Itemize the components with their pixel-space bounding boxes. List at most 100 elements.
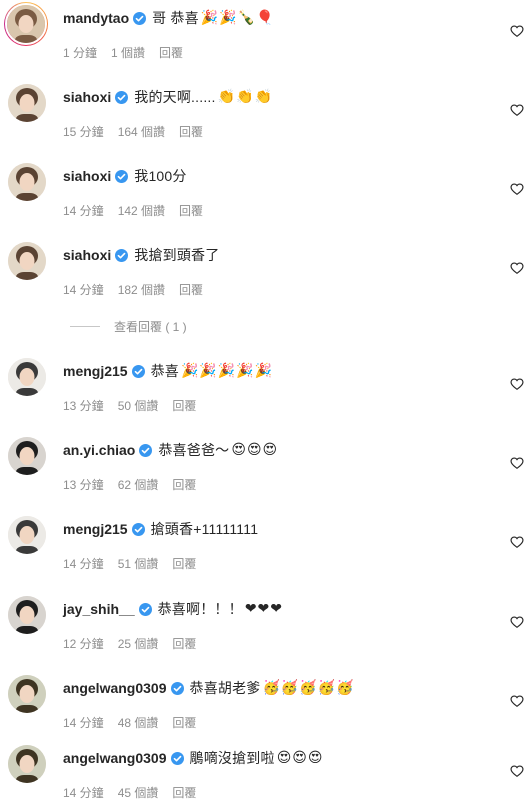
heart-outline-icon[interactable] — [510, 182, 524, 196]
username[interactable]: angelwang0309 — [63, 750, 167, 766]
avatar[interactable] — [8, 358, 46, 396]
comment-line: siahoxi 我100分 — [63, 165, 189, 187]
comment-text: 我搶到頭香了 — [134, 247, 220, 263]
comment-emoji: 🎉🎉🎉🎉🎉 — [181, 363, 274, 379]
comment-time: 13 分鐘 — [63, 478, 104, 492]
avatar[interactable] — [8, 675, 46, 713]
reply-button[interactable]: 回覆 — [172, 714, 196, 731]
username[interactable]: siahoxi — [63, 168, 111, 184]
comment-meta: 13 分鐘 62 個讚 回覆 — [63, 476, 196, 493]
reply-button[interactable]: 回覆 — [172, 784, 196, 801]
username[interactable]: siahoxi — [63, 247, 111, 263]
comment-emoji: ❤❤❤ — [244, 601, 284, 617]
comment-text: 搶頭香+11111111 — [150, 521, 259, 537]
comment-text: 恭喜啊！！！ — [157, 601, 243, 617]
comment-line: mandytao 哥 恭喜 🎉🎉🍾🎈 — [63, 7, 275, 29]
username[interactable]: mengj215 — [63, 521, 128, 537]
comment-time: 1 分鐘 — [63, 46, 98, 60]
reply-button[interactable]: 回覆 — [172, 635, 196, 652]
avatar[interactable] — [8, 242, 46, 280]
heart-outline-icon[interactable] — [510, 261, 524, 275]
heart-outline-icon[interactable] — [510, 377, 524, 391]
avatar[interactable] — [8, 516, 46, 554]
comment-time: 14 分鐘 — [63, 557, 104, 571]
comment-emoji: 😍😍😍 — [231, 442, 279, 458]
comment-line: mengj215 恭喜 🎉🎉🎉🎉🎉 — [63, 360, 273, 382]
heart-outline-icon[interactable] — [510, 615, 524, 629]
verified-badge-icon — [133, 11, 147, 25]
heart-outline-icon[interactable] — [510, 456, 524, 470]
comment-text: 恭喜胡老爹 — [189, 680, 261, 696]
avatar[interactable] — [8, 596, 46, 634]
reply-button[interactable]: 回覆 — [179, 281, 203, 298]
verified-badge-icon — [138, 602, 152, 616]
comment-line: an.yi.chiao 恭喜爸爸～ 😍😍😍 — [63, 439, 278, 461]
comment-text: 恭喜爸爸～ — [158, 442, 230, 458]
comment-line: angelwang0309 恭喜胡老爹 🥳🥳🥳🥳🥳 — [63, 677, 355, 699]
verified-badge-icon — [131, 522, 145, 536]
reply-button[interactable]: 回覆 — [159, 44, 183, 61]
comment-time: 14 分鐘 — [63, 204, 104, 218]
verified-badge-icon — [115, 90, 129, 104]
verified-badge-icon — [115, 248, 129, 262]
view-replies-label: 查看回覆 ( 1 ) — [114, 319, 187, 334]
avatar[interactable] — [8, 437, 46, 475]
comment-meta: 14 分鐘 182 個讚 回覆 — [63, 281, 203, 298]
username[interactable]: an.yi.chiao — [63, 442, 135, 458]
heart-outline-icon[interactable] — [510, 103, 524, 117]
comment-emoji: 🎉🎉🍾🎈 — [200, 10, 275, 26]
comment-text: 鵰嘀沒搶到啦 — [189, 750, 275, 766]
like-count[interactable]: 48 個讚 — [118, 714, 159, 731]
like-count[interactable]: 142 個讚 — [118, 202, 165, 219]
verified-badge-icon — [170, 681, 184, 695]
username[interactable]: angelwang0309 — [63, 680, 167, 696]
heart-outline-icon[interactable] — [510, 764, 524, 778]
comment-emoji: 👏👏👏 — [217, 89, 273, 105]
heart-outline-icon[interactable] — [510, 694, 524, 708]
verified-badge-icon — [139, 443, 153, 457]
username[interactable]: siahoxi — [63, 89, 111, 105]
heart-outline-icon[interactable] — [510, 535, 524, 549]
username[interactable]: mandytao — [63, 10, 129, 26]
comment-meta: 12 分鐘 25 個讚 回覆 — [63, 635, 196, 652]
view-replies-link[interactable]: 查看回覆 ( 1 ) — [70, 318, 187, 334]
comment-time: 14 分鐘 — [63, 786, 104, 800]
comment-text: 我100分 — [134, 168, 187, 184]
reply-button[interactable]: 回覆 — [172, 555, 196, 572]
username[interactable]: jay_shih__ — [63, 601, 135, 617]
comment-text: 我的天啊...... — [134, 89, 216, 105]
replies-divider — [70, 325, 100, 327]
comment-text: 恭喜 — [150, 363, 179, 379]
avatar[interactable] — [8, 84, 46, 122]
verified-badge-icon — [131, 364, 145, 378]
like-count[interactable]: 51 個讚 — [118, 555, 159, 572]
like-count[interactable]: 25 個讚 — [118, 635, 159, 652]
like-count[interactable]: 182 個讚 — [118, 281, 165, 298]
avatar[interactable] — [8, 745, 46, 783]
avatar[interactable] — [8, 163, 46, 201]
comment-text: 哥 恭喜 — [152, 10, 199, 26]
reply-button[interactable]: 回覆 — [179, 202, 203, 219]
comment-time: 12 分鐘 — [63, 637, 104, 651]
verified-badge-icon — [115, 169, 129, 183]
comment-emoji: 😍😍😍 — [276, 750, 324, 766]
reply-button[interactable]: 回覆 — [172, 397, 196, 414]
like-count[interactable]: 164 個讚 — [118, 123, 165, 140]
reply-button[interactable]: 回覆 — [172, 476, 196, 493]
comment-meta: 14 分鐘 48 個讚 回覆 — [63, 714, 196, 731]
avatar[interactable] — [4, 2, 48, 46]
like-count[interactable]: 62 個讚 — [118, 476, 159, 493]
heart-outline-icon[interactable] — [510, 24, 524, 38]
like-count[interactable]: 45 個讚 — [118, 784, 159, 801]
reply-button[interactable]: 回覆 — [179, 123, 203, 140]
like-count[interactable]: 1 個讚 — [111, 44, 145, 61]
comment-meta: 1 分鐘 1 個讚 回覆 — [63, 44, 183, 61]
comment-meta: 14 分鐘 51 個讚 回覆 — [63, 555, 196, 572]
verified-badge-icon — [170, 751, 184, 765]
comment-line: jay_shih__ 恭喜啊！！！ ❤❤❤ — [63, 598, 283, 620]
username[interactable]: mengj215 — [63, 363, 128, 379]
comment-line: siahoxi 我的天啊...... 👏👏👏 — [63, 86, 273, 108]
like-count[interactable]: 50 個讚 — [118, 397, 159, 414]
comment-time: 14 分鐘 — [63, 716, 104, 730]
comment-line: mengj215 搶頭香+11111111 — [63, 518, 260, 540]
